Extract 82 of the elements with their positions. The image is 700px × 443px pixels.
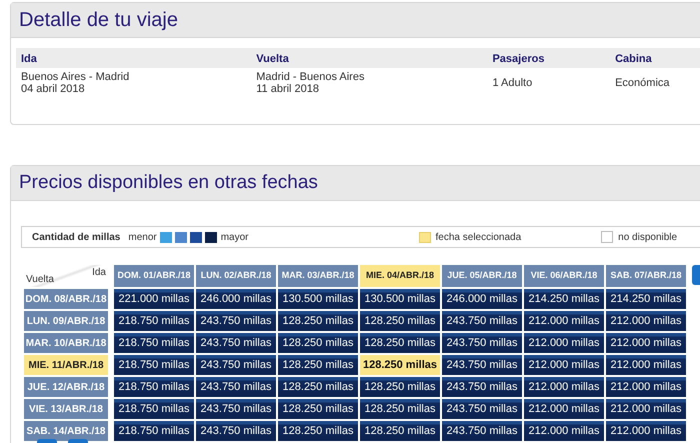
price-cell[interactable]: 128.250 millas (278, 421, 358, 441)
date-column-header[interactable]: MAR. 03/ABR./18 (278, 265, 358, 287)
price-cell[interactable]: 212.000 millas (606, 421, 686, 441)
price-cell[interactable]: 212.000 millas (606, 311, 686, 331)
price-cell[interactable]: 212.000 millas (524, 311, 604, 331)
price-cell[interactable]: 218.750 millas (114, 333, 194, 353)
table-cell-text: Madrid - Buenos Aires (256, 71, 366, 83)
date-row-header[interactable]: MAR. 10/ABR./18 (24, 333, 108, 353)
legend-label: Cantidad de millas (32, 230, 120, 244)
legend-text: menor (128, 230, 157, 244)
price-cell[interactable]: 212.000 millas (606, 333, 686, 353)
panel-title: Precios disponibles en otras fechas (19, 170, 318, 195)
price-cell[interactable]: 212.000 millas (606, 399, 686, 419)
price-cell[interactable]: 214.250 millas (606, 289, 686, 309)
date-row-header[interactable]: JUE. 12/ABR./18 (24, 377, 108, 397)
column-header: Cabina (615, 53, 652, 65)
price-cell[interactable]: 212.000 millas (524, 421, 604, 441)
date-column-header[interactable]: LUN. 02/ABR./18 (196, 265, 276, 287)
corner-label: Vuelta (26, 273, 54, 287)
date-row-header[interactable]: MIE. 11/ABR./18 (24, 355, 108, 375)
date-column-header[interactable]: VIE. 06/ABR./18 (524, 265, 604, 287)
price-cell[interactable]: 243.750 millas (196, 421, 276, 441)
date-column-header[interactable]: DOM. 01/ABR./18 (114, 265, 194, 287)
corner-label: Ida (92, 266, 106, 280)
table-cell-text: 1 Adulto (492, 77, 534, 89)
price-cell[interactable]: 243.750 millas (442, 333, 522, 353)
price-cell[interactable]: 128.250 millas (360, 399, 440, 419)
price-cell[interactable]: 128.250 millas (360, 421, 440, 441)
column-header: Pasajeros (492, 53, 544, 65)
table-cell-text: Económica (615, 77, 671, 89)
price-cell[interactable]: 212.000 millas (606, 377, 686, 397)
price-cell[interactable]: 218.750 millas (114, 377, 194, 397)
price-cell[interactable]: 130.500 millas (360, 289, 440, 309)
date-row-header[interactable]: VIE. 13/ABR./18 (24, 399, 108, 419)
legend-text: fecha seleccionada (436, 230, 522, 244)
price-cell[interactable]: 128.250 millas (278, 311, 358, 331)
price-cell[interactable]: 214.250 millas (524, 289, 604, 309)
date-column-header[interactable]: MIE. 04/ABR./18 (360, 265, 440, 287)
price-cell[interactable]: 128.250 millas (360, 311, 440, 331)
price-cell[interactable]: 212.000 millas (606, 355, 686, 375)
price-cell[interactable]: 212.000 millas (524, 333, 604, 353)
date-row-header[interactable]: LUN. 09/ABR./18 (24, 311, 108, 331)
price-cell[interactable]: 243.750 millas (196, 377, 276, 397)
date-column-header[interactable]: SAB. 07/ABR./18 (606, 265, 686, 287)
price-cell[interactable]: 243.750 millas (442, 421, 522, 441)
price-cell[interactable]: 243.750 millas (442, 311, 522, 331)
date-row-header[interactable]: SAB. 14/ABR./18 (24, 421, 108, 441)
price-cell[interactable]: 243.750 millas (196, 311, 276, 331)
price-cell[interactable]: 212.000 millas (524, 377, 604, 397)
price-cell[interactable]: 218.750 millas (114, 421, 194, 441)
price-cell[interactable]: 243.750 millas (196, 399, 276, 419)
price-cell[interactable]: 128.250 millas (278, 333, 358, 353)
price-cell[interactable]: 246.000 millas (442, 289, 522, 309)
column-header: Ida (21, 53, 37, 65)
price-cell[interactable]: 243.750 millas (442, 377, 522, 397)
panel-title: Detalle de tu viaje (19, 8, 178, 33)
price-cell[interactable]: 243.750 millas (196, 355, 276, 375)
price-cell[interactable]: 243.750 millas (196, 333, 276, 353)
table-cell-text: 11 abril 2018 (256, 83, 320, 95)
price-cell[interactable]: 218.750 millas (114, 399, 194, 419)
price-cell[interactable]: 128.250 millas (360, 377, 440, 397)
price-cell[interactable]: 128.250 millas (278, 399, 358, 419)
price-cell[interactable]: 218.750 millas (114, 355, 194, 375)
price-cell[interactable]: 128.250 millas (278, 377, 358, 397)
legend-text: mayor (220, 230, 249, 244)
price-cell[interactable]: 128.250 millas (360, 333, 440, 353)
price-cell[interactable]: 246.000 millas (196, 289, 276, 309)
date-row-header[interactable]: DOM. 08/ABR./18 (24, 289, 108, 309)
price-cell[interactable]: 218.750 millas (114, 311, 194, 331)
column-header: Vuelta (256, 53, 289, 65)
price-cell[interactable]: 128.250 millas (360, 355, 440, 375)
table-cell-text: Buenos Aires - Madrid (21, 71, 130, 83)
price-cell[interactable]: 243.750 millas (442, 355, 522, 375)
price-cell[interactable]: 243.750 millas (442, 399, 522, 419)
date-column-header[interactable]: JUE. 05/ABR./18 (442, 265, 522, 287)
price-cell[interactable]: 221.000 millas (114, 289, 194, 309)
price-cell[interactable]: 212.000 millas (524, 355, 604, 375)
price-cell[interactable]: 128.250 millas (278, 355, 358, 375)
legend-text: no disponible (618, 230, 678, 244)
table-cell-text: 04 abril 2018 (21, 83, 86, 95)
price-cell[interactable]: 130.500 millas (278, 289, 358, 309)
price-cell[interactable]: 212.000 millas (524, 399, 604, 419)
